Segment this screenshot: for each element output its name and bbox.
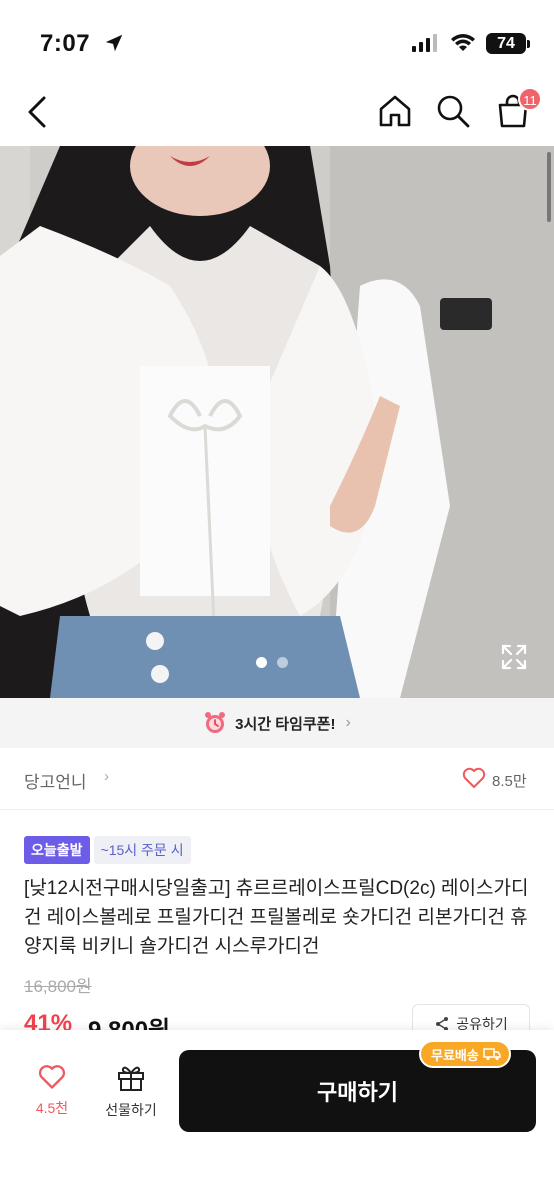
free-shipping-badge: 무료배송 — [419, 1040, 511, 1068]
expand-icon[interactable] — [500, 643, 528, 671]
wishlist-count: 4.5천 — [35, 1100, 69, 1116]
store-row: 당고언니 › 8.5만 — [0, 748, 554, 810]
location-arrow-icon — [105, 34, 123, 52]
bottom-action-bar: 4.5천 선물하기 구매하기 무료배송 — [0, 1030, 554, 1200]
chevron-right-icon: › — [104, 768, 109, 785]
alarm-clock-icon — [205, 712, 226, 733]
back-arrow-icon[interactable] — [22, 92, 52, 132]
heart-icon[interactable] — [462, 767, 486, 789]
cellular-signal-icon — [412, 34, 437, 52]
delivery-badges: 오늘출발 ~15시 주문 시 — [24, 836, 191, 864]
free-shipping-label: 무료배송 — [431, 1047, 479, 1063]
scroll-indicator[interactable] — [547, 152, 551, 222]
heart-icon — [38, 1065, 66, 1089]
search-icon[interactable] — [434, 92, 472, 130]
carousel-dot[interactable] — [277, 657, 288, 668]
chevron-right-icon: › — [345, 714, 351, 731]
carousel-pagination — [256, 657, 288, 668]
gift-icon — [118, 1066, 144, 1091]
carousel-dot-active[interactable] — [256, 657, 267, 668]
gift-button[interactable]: 선물하기 — [98, 1064, 164, 1124]
product-image-carousel[interactable] — [0, 146, 554, 698]
coupon-label: 3시간 타임쿠폰! — [235, 715, 336, 733]
status-time: 7:07 — [40, 30, 91, 57]
wishlist-button[interactable]: 4.5천 — [22, 1064, 82, 1124]
battery-nub — [527, 40, 530, 48]
battery-indicator: 74 — [486, 33, 526, 54]
product-title: [낮12시전구매시당일출고] 츄르르레이스프릴CD(2c) 레이스가디건 레이스… — [24, 878, 529, 957]
order-cutoff-badge: ~15시 주문 시 — [93, 836, 191, 864]
home-icon[interactable] — [376, 92, 414, 130]
store-like-count: 8.5만 — [492, 773, 527, 790]
store-name-link[interactable]: 당고언니 — [24, 768, 87, 793]
original-price: 16,800원 — [24, 977, 92, 996]
time-coupon-banner[interactable]: 3시간 타임쿠폰! › — [0, 698, 554, 748]
top-navigation — [0, 80, 554, 146]
gift-label: 선물하기 — [105, 1102, 157, 1118]
cart-count-badge: 11 — [518, 87, 542, 111]
truck-icon — [483, 1048, 501, 1061]
same-day-badge: 오늘출발 — [24, 836, 90, 864]
wifi-icon — [451, 34, 475, 51]
product-photo — [0, 146, 554, 698]
status-bar: 7:07 74 — [0, 0, 554, 80]
